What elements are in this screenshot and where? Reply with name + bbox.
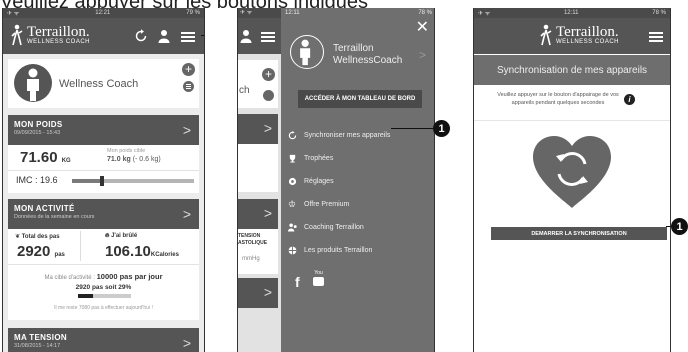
underlying-dashboard-peek: ✈ ᯤ + ch > > TENSION ASTOLIQUE mmHg >	[238, 8, 281, 352]
person-icon	[300, 39, 311, 66]
settings-icon	[288, 177, 297, 185]
products-icon	[288, 246, 297, 254]
heart-sync-icon	[533, 136, 611, 208]
imc-gauge	[72, 176, 194, 186]
person-icon	[27, 68, 39, 101]
chevron-right-icon: >	[418, 48, 426, 62]
weight-target: 71.0 kg (- 0.6 kg)	[107, 156, 161, 163]
start-sync-button[interactable]: DEMARRER LA SYNCHRONISATION	[491, 227, 667, 240]
info-icon[interactable]: i	[624, 94, 635, 105]
dashboard-screen: ✈ ᯤ 12:21 79 % Terraillon. WELLNESS COAC…	[2, 8, 205, 352]
steps-label: ❦ Total des pas	[15, 234, 60, 240]
user-icon[interactable]	[158, 29, 170, 43]
list-icon	[263, 90, 274, 101]
side-menu-screen: ✈ ᯤ + ch > > TENSION ASTOLIQUE mmHg > 12…	[237, 8, 435, 352]
steps-value: 2920 pas	[17, 243, 65, 260]
brand-logo: Terraillon. WELLNESS COACH	[540, 24, 619, 46]
sync-icon[interactable]	[134, 29, 148, 43]
coaching-icon	[288, 222, 297, 232]
sync-icon	[288, 130, 297, 139]
tension-card-header: MA TENSION 31/08/2015 - 14:17 >	[8, 328, 199, 352]
chevron-right-icon: >	[182, 206, 191, 222]
walker-icon	[540, 24, 552, 46]
activity-card-header: MON ACTIVITÉ Données de la semaine en co…	[8, 199, 199, 229]
flame-icon: 🔥︎	[105, 233, 110, 239]
walker-icon	[11, 24, 23, 46]
add-icon[interactable]: +	[182, 63, 195, 76]
burn-value: 106.10KCalories	[105, 243, 179, 260]
weight-card[interactable]: MON POIDS 09/09/2015 - 15:43 > 71.60 KG …	[8, 115, 199, 193]
weight-card-header: MON POIDS 09/09/2015 - 15:43 >	[8, 115, 199, 145]
callout-start-sync: 1	[666, 218, 688, 235]
facebook-icon[interactable]: f	[295, 274, 300, 290]
callout-sync-menu: 1	[391, 120, 450, 137]
synchronisation-screen: ✈ ᯤ 12:11 78 % Terraillon. WELLNESS COAC…	[473, 8, 671, 352]
imc-label: IMC : 19.6	[16, 175, 58, 185]
status-bar: ✈ ᯤ 12:11 78 %	[474, 8, 670, 18]
page-title: Synchronisation de mes appareils	[474, 55, 670, 85]
drawer-user-name: Terraillon WellnessCoach	[333, 43, 403, 66]
premium-icon: ♔	[288, 198, 297, 209]
close-icon[interactable]: ✕	[416, 20, 429, 36]
app-header: Terraillon. WELLNESS COACH	[474, 18, 670, 54]
hamburger-menu-icon	[261, 32, 275, 42]
hamburger-menu-icon[interactable]	[181, 32, 195, 42]
activity-progress-bar	[78, 294, 131, 298]
footsteps-icon: ❦	[15, 234, 21, 240]
brand-logo: Terraillon. WELLNESS COACH	[11, 24, 90, 46]
menu-item-premium[interactable]: ♔ Offre Premium	[288, 197, 428, 211]
menu-item-settings[interactable]: Réglages	[288, 174, 428, 188]
user-icon	[240, 30, 252, 43]
chevron-right-icon: >	[182, 122, 191, 138]
weight-value: 71.60 KG	[20, 149, 71, 166]
status-bar: 12:11 78 %	[285, 10, 432, 16]
avatar	[290, 35, 324, 69]
list-icon[interactable]	[183, 81, 194, 92]
app-header: Terraillon. WELLNESS COACH	[3, 18, 204, 54]
trophy-icon	[289, 154, 296, 163]
profile-card[interactable]: Wellness Coach +	[8, 59, 199, 108]
activity-goal: Ma cible d'activité : 10000 pas par jour	[44, 272, 163, 281]
activity-remaining: Il me reste 7080 pas à effectuer aujourd…	[54, 305, 153, 311]
menu-item-products[interactable]: Les produits Terraillon	[288, 243, 428, 257]
menu-item-coaching[interactable]: Coaching Terraillon	[288, 220, 428, 234]
menu-item-trophies[interactable]: Trophées	[288, 151, 428, 165]
avatar	[14, 64, 52, 102]
status-bar: ✈ ᯤ 12:21 79 %	[3, 8, 204, 18]
sync-instruction: Veuillez appuyer sur le bouton d'appaira…	[497, 92, 619, 106]
add-icon: +	[262, 68, 275, 81]
activity-card[interactable]: MON ACTIVITÉ Données de la semaine en co…	[8, 199, 199, 320]
callout-menu: 1	[201, 27, 204, 44]
menu-drawer: 12:11 78 % ✕ Terraillon WellnessCoach > …	[281, 8, 434, 352]
burn-label: 🔥︎ J'ai brûlé	[105, 233, 138, 239]
chevron-right-icon: >	[182, 335, 191, 351]
activity-progress-text: 2920 pas soit 29%	[75, 284, 132, 291]
tension-card[interactable]: MA TENSION 31/08/2015 - 14:17 >	[8, 328, 199, 352]
youtube-icon[interactable]: You	[312, 270, 325, 286]
hamburger-menu-icon[interactable]	[649, 32, 663, 42]
dashboard-button[interactable]: ACCÉDER À MON TABLEAU DE BORD	[298, 90, 422, 108]
profile-name: Wellness Coach	[59, 78, 139, 90]
